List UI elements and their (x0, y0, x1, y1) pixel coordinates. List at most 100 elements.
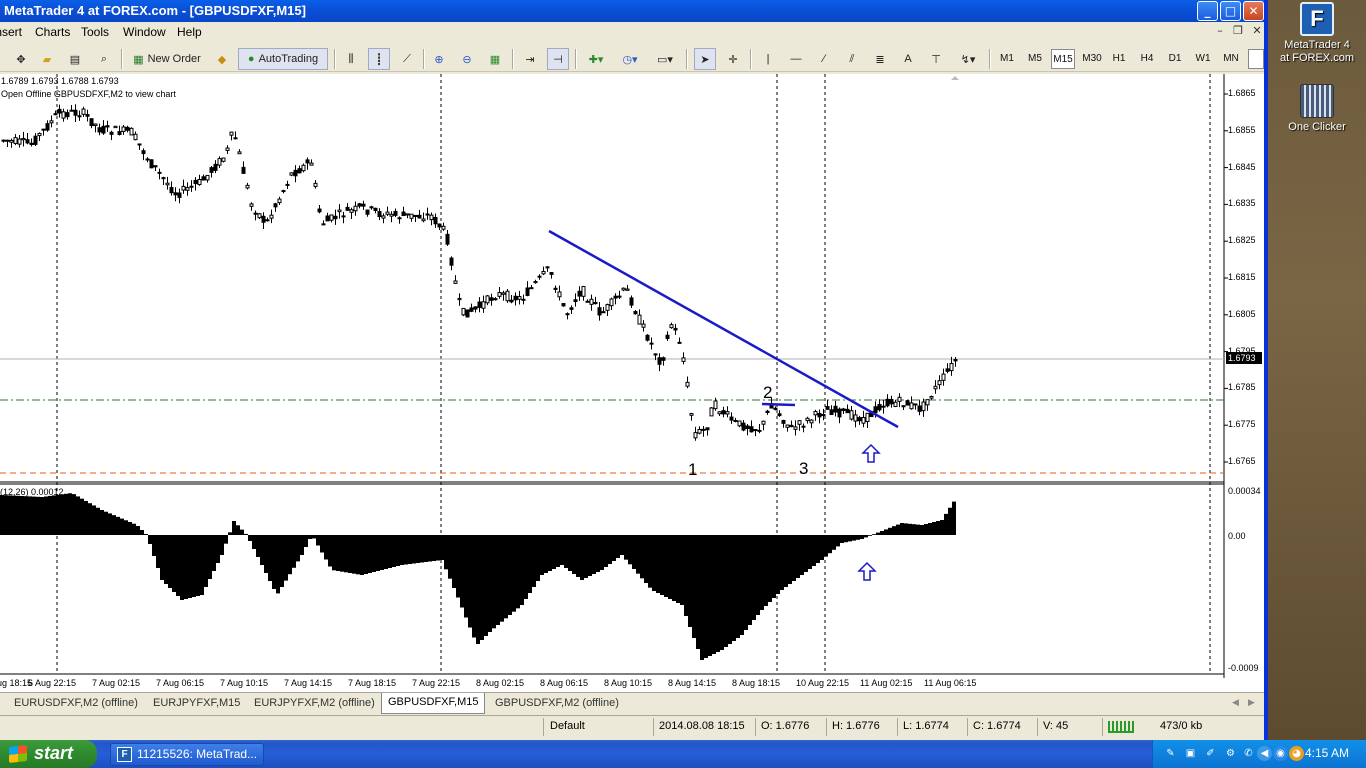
desktop-icon-one-clicker[interactable]: One Clicker (1268, 84, 1366, 134)
tab-eurjpy-m2[interactable]: EURJPYFXF,M2 (offline) (248, 694, 381, 713)
date-label: 7 Aug 22:15 (412, 678, 461, 688)
crosshair-icon[interactable]: ✛ (722, 48, 744, 70)
tab-gbpusd-m15[interactable]: GBPUSDFXF,M15 (381, 693, 486, 714)
timeframe-d1[interactable]: D1 (1163, 49, 1187, 69)
horizontal-line-icon[interactable]: — (785, 48, 807, 70)
experts-icon[interactable]: ◆ (211, 48, 233, 70)
candle-body (169, 187, 174, 194)
mdi-close-icon[interactable]: ✕ (1249, 24, 1265, 39)
date-label: 11 Aug 06:15 (924, 678, 977, 688)
line-chart-icon[interactable]: ⟋ (396, 48, 418, 70)
timeframe-h4[interactable]: H4 (1135, 49, 1159, 69)
histogram-bar (928, 523, 932, 535)
menu-insert[interactable]: Insert (0, 25, 22, 39)
candle-body (205, 174, 210, 181)
menu-charts[interactable]: Charts (35, 25, 70, 39)
mdi-minimize-icon[interactable]: – (1212, 24, 1228, 39)
arrows-icon[interactable]: ↯▾ (953, 48, 983, 70)
price-chart[interactable]: 1.6789 1.6793 1.6788 1.6793 Open Offline… (0, 74, 1264, 692)
timeframe-m30[interactable]: M30 (1079, 49, 1105, 69)
tab-eurjpy-m15[interactable]: EURJPYFXF,M15 (147, 694, 246, 713)
candle-body (585, 300, 590, 303)
candle-body (529, 287, 534, 290)
tray-tool-icon[interactable]: ✎ (1163, 746, 1178, 761)
title-bar[interactable]: MetaTrader 4 at FOREX.com - [GBPUSDFXF,M… (0, 0, 1264, 22)
open-folder-icon[interactable]: ▰ (36, 48, 58, 70)
tray-pen-icon[interactable]: ✐ (1203, 746, 1218, 761)
histogram-bar (412, 535, 416, 564)
tray-collapse-icon[interactable]: ◀ (1257, 746, 1272, 761)
templates-icon[interactable]: ▭▾ (650, 48, 680, 70)
histogram-bar (88, 503, 92, 535)
minimize-button[interactable]: _ (1197, 1, 1218, 21)
histogram-bar (776, 535, 780, 594)
timeframe-w1[interactable]: W1 (1191, 49, 1215, 69)
maximize-button[interactable]: □ (1220, 1, 1241, 21)
equidistant-channel-icon[interactable]: ⫽ (841, 48, 863, 70)
candle-body (37, 132, 42, 137)
chart-shift-icon[interactable]: ⊣ (547, 48, 569, 70)
histogram-bar (556, 535, 560, 567)
close-button[interactable]: ✕ (1243, 1, 1264, 21)
histogram-bar (184, 535, 188, 599)
candlestick-icon[interactable]: ┋ (368, 48, 390, 70)
cursor-icon[interactable]: ➤ (694, 48, 716, 70)
timeframe-mn[interactable]: MN (1219, 49, 1243, 69)
mdi-restore-icon[interactable]: ❐ (1230, 24, 1246, 39)
new-order-icon: ▦ (133, 53, 144, 66)
timeframe-m5[interactable]: M5 (1023, 49, 1047, 69)
histogram-bar (868, 535, 872, 536)
timeframe-m15[interactable]: M15 (1051, 49, 1075, 69)
trendline-icon[interactable]: ⁄ (813, 48, 835, 70)
zoom-in-icon[interactable]: ⊕ (428, 48, 450, 70)
navigator-icon[interactable]: ▤ (64, 48, 86, 70)
trendline (548, 229, 899, 429)
candle-body (297, 168, 302, 174)
autoscroll-icon[interactable]: ⇥ (519, 48, 541, 70)
tab-scroll-right-icon[interactable]: ▶ (1248, 697, 1255, 708)
tray-info-icon[interactable]: ◉ (1273, 746, 1288, 761)
move-icon[interactable]: ✥ (10, 48, 32, 70)
new-order-button[interactable]: ▦ New Order (127, 48, 207, 70)
candle-body (221, 157, 226, 162)
histogram-bar (436, 535, 440, 561)
menu-tools[interactable]: Tools (81, 25, 109, 39)
taskbar-item-metatrader[interactable]: F 11215526: MetaTrad... (110, 743, 264, 766)
candle-body (773, 407, 778, 410)
timeframe-h1[interactable]: H1 (1107, 49, 1131, 69)
tray-settings-icon[interactable]: ⚙ (1223, 746, 1238, 761)
tab-eurusd-m2[interactable]: EURUSDFXF,M2 (offline) (8, 694, 144, 713)
tray-volume-icon[interactable]: ✆ (1241, 746, 1256, 761)
timeframe-m1[interactable]: M1 (995, 49, 1019, 69)
strategy-tester-icon[interactable]: ⌕ (93, 48, 115, 70)
text-label-icon[interactable]: ⊤ (925, 48, 947, 70)
histogram-bar (856, 535, 860, 540)
candle-body (301, 164, 306, 172)
tab-scroll-left-icon[interactable]: ◀ (1232, 697, 1239, 708)
histogram-bar (32, 496, 36, 535)
zoom-out-icon[interactable]: ⊖ (456, 48, 478, 70)
histogram-bar (400, 535, 404, 565)
fibonacci-icon[interactable]: ≣ (869, 48, 891, 70)
candle-body (581, 286, 586, 297)
bar-chart-icon[interactable]: ⫼ (340, 48, 362, 70)
periods-icon[interactable]: ◷▾ (615, 48, 645, 70)
desktop-icon-metatrader[interactable]: F MetaTrader 4 at FOREX.com (1268, 2, 1366, 65)
histogram-bar (264, 535, 268, 573)
tab-gbpusd-m2[interactable]: GBPUSDFXF,M2 (offline) (489, 694, 625, 713)
autotrading-button[interactable]: ● AutoTrading (238, 48, 328, 70)
histogram-bar (44, 496, 48, 535)
text-icon[interactable]: A (897, 48, 919, 70)
tile-windows-icon[interactable]: ▦ (484, 48, 506, 70)
vertical-line-icon[interactable]: | (757, 48, 779, 70)
menu-help[interactable]: Help (177, 25, 202, 39)
tray-warning-icon[interactable]: ◕ (1289, 746, 1304, 761)
start-button[interactable]: start (0, 740, 97, 768)
indicators-icon[interactable]: ✚▾ (582, 48, 610, 70)
menu-window[interactable]: Window (123, 25, 166, 39)
chart-canvas[interactable] (0, 74, 1264, 692)
candle-body (377, 211, 382, 218)
autotrading-icon: ● (247, 53, 255, 65)
tray-network-icon[interactable]: ▣ (1183, 746, 1198, 761)
toolbar-overflow[interactable] (1248, 49, 1264, 69)
